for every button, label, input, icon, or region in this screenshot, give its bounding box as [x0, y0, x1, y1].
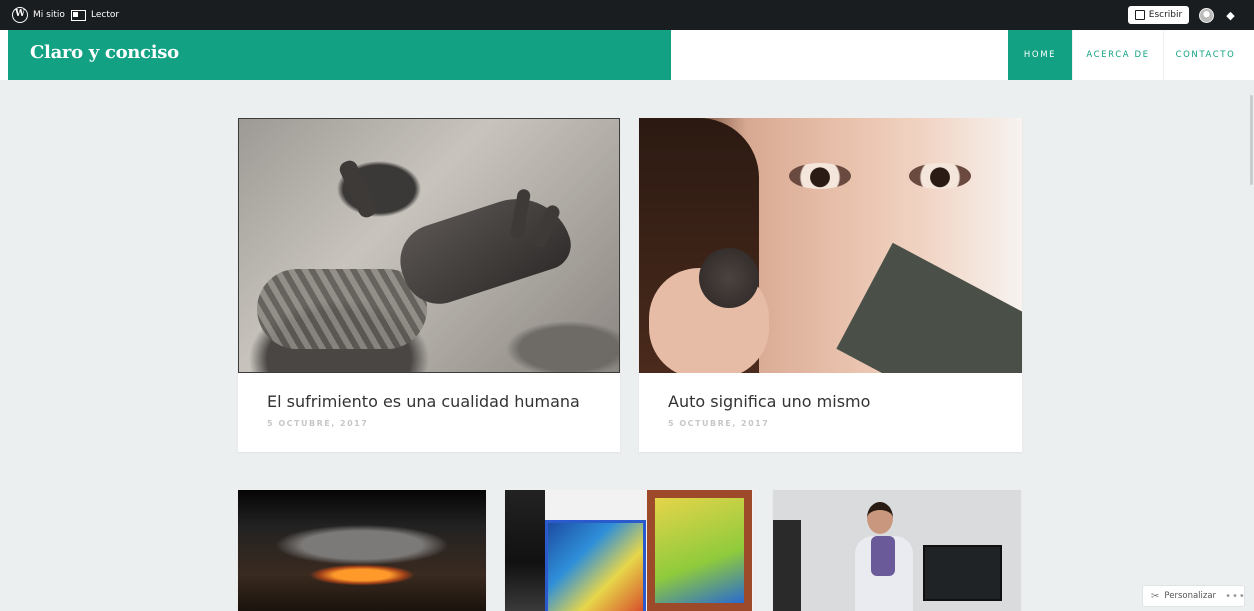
camera-detail [505, 490, 545, 611]
post-card[interactable]: Auto significa uno mismo 5 OCTUBRE, 2017 [639, 118, 1022, 452]
painting-frame-detail [647, 490, 752, 611]
painting-detail [545, 520, 646, 611]
reader-link[interactable]: Lector [71, 0, 119, 30]
more-icon[interactable]: ••• [1225, 591, 1246, 602]
reader-icon [71, 9, 86, 21]
finger-detail [337, 158, 379, 220]
post-thumbnail[interactable] [639, 118, 1022, 373]
monitor-detail [773, 520, 801, 611]
notifications-icon[interactable]: ◆ [1224, 9, 1237, 22]
post-title[interactable]: Auto significa uno mismo [668, 392, 870, 411]
post-title[interactable]: El sufrimiento es una cualidad humana [267, 392, 580, 411]
wordpress-icon: W [12, 7, 28, 23]
post-thumbnail[interactable] [773, 490, 1021, 611]
site-branding: Claro y conciso [8, 30, 671, 80]
site-title[interactable]: Claro y conciso [30, 42, 179, 63]
post-date: 5 OCTUBRE, 2017 [267, 419, 369, 428]
person-detail [855, 502, 915, 611]
avatar[interactable] [1199, 8, 1214, 23]
scrollbar[interactable] [1250, 95, 1253, 185]
post-date: 5 OCTUBRE, 2017 [668, 419, 770, 428]
brush-detail [699, 248, 759, 308]
nav-item-about[interactable]: ACERCA DE [1072, 30, 1163, 80]
nav-item-home[interactable]: HOME [1008, 30, 1072, 80]
mirror-detail [836, 242, 1022, 373]
write-label: Escribir [1148, 10, 1183, 20]
nav-item-contact[interactable]: CONTACTO [1163, 30, 1247, 80]
rope-detail [257, 269, 427, 349]
hand-detail [390, 184, 578, 314]
post-card[interactable]: El sufrimiento es una cualidad humana 5 … [238, 118, 620, 452]
pencil-icon [1134, 10, 1145, 20]
post-thumbnail[interactable] [238, 490, 486, 611]
reader-label: Lector [91, 10, 120, 20]
admin-bar: W Mi sitio Lector Escribir ◆ [0, 0, 1254, 30]
eye-detail [789, 163, 851, 189]
customize-button[interactable]: ✂ Personalizar ••• [1142, 585, 1245, 607]
monitor-detail [923, 545, 1002, 601]
my-site-label: Mi sitio [33, 10, 65, 20]
write-button[interactable]: Escribir [1128, 6, 1189, 24]
tools-icon: ✂ [1151, 590, 1160, 602]
post-thumbnail[interactable] [505, 490, 754, 611]
post-thumbnail[interactable] [238, 118, 620, 373]
my-site-link[interactable]: W Mi sitio [12, 0, 65, 30]
site-header: Claro y conciso HOME ACERCA DE CONTACTO [0, 30, 1254, 80]
eye-detail [909, 163, 971, 189]
customize-label: Personalizar [1164, 591, 1217, 601]
